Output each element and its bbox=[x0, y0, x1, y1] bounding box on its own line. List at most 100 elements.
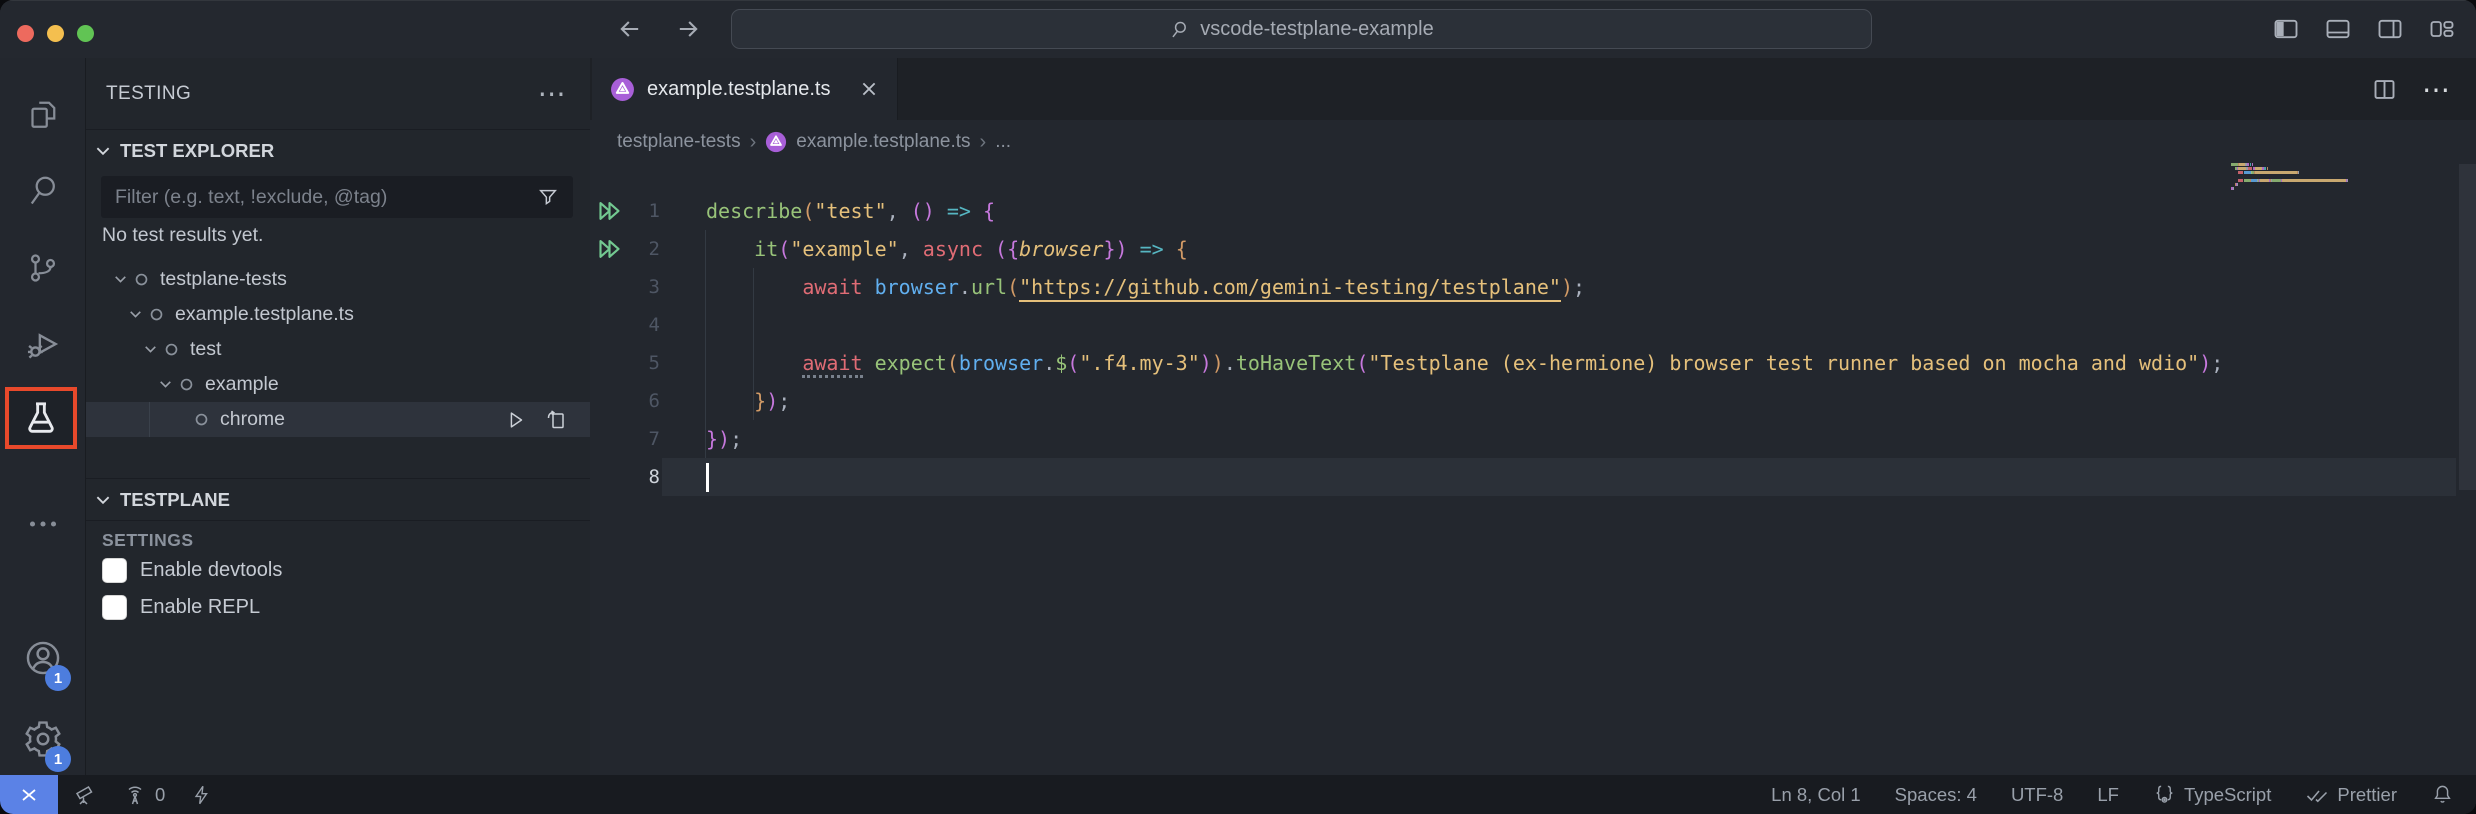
code-editor[interactable]: 1describe("test", () => {2 it("example",… bbox=[590, 164, 2476, 775]
checkbox-label: Enable REPL bbox=[140, 596, 260, 619]
breadcrumb-item[interactable]: ... bbox=[995, 131, 1011, 153]
test-state-circle-icon bbox=[179, 377, 194, 392]
search-icon bbox=[1169, 19, 1190, 40]
tree-item-label: testplane-tests bbox=[160, 268, 287, 291]
close-window-button[interactable] bbox=[17, 25, 34, 42]
status-cursor-position[interactable]: Ln 8, Col 1 bbox=[1771, 784, 1860, 806]
status-label: Spaces: 4 bbox=[1895, 784, 1977, 806]
breadcrumb-separator: › bbox=[980, 131, 987, 154]
tree-item-testplane-tests[interactable]: testplane-tests bbox=[86, 262, 590, 297]
tree-item-example.testplane.ts[interactable]: example.testplane.ts bbox=[86, 297, 590, 332]
code-line-7[interactable]: 7}); bbox=[590, 420, 2476, 458]
code-text: it("example", async ({browser}) => { bbox=[706, 237, 1188, 261]
braces-icon bbox=[2153, 783, 2176, 806]
test-state-circle-icon bbox=[134, 272, 149, 287]
command-center-search[interactable]: vscode-testplane-example bbox=[731, 9, 1872, 49]
run-test-gutter-icon[interactable] bbox=[590, 198, 630, 225]
navigate-back-icon[interactable] bbox=[616, 15, 644, 43]
settings-gear-icon[interactable]: 1 bbox=[0, 713, 85, 765]
chevron-down-icon[interactable] bbox=[121, 306, 149, 323]
status-notifications[interactable] bbox=[2431, 783, 2454, 806]
code-line-5[interactable]: 5 await expect(browser.$(".f4.my-3")).to… bbox=[590, 344, 2476, 382]
lightning-icon[interactable] bbox=[191, 784, 213, 806]
status-formatter[interactable]: Prettier bbox=[2305, 783, 2397, 807]
status-indentation[interactable]: Spaces: 4 bbox=[1895, 784, 1977, 806]
tree-item-test[interactable]: test bbox=[86, 332, 590, 367]
tree-item-label: example bbox=[205, 373, 279, 396]
run-test-icon[interactable] bbox=[505, 409, 527, 431]
split-editor-icon[interactable] bbox=[2371, 76, 2398, 103]
chevron-down-icon[interactable] bbox=[136, 341, 164, 358]
settings-badge: 1 bbox=[45, 746, 71, 772]
tree-item-chrome[interactable]: chrome bbox=[86, 402, 590, 437]
ports-count: 0 bbox=[155, 784, 165, 806]
editor-more-actions-icon[interactable]: ⋯ bbox=[2422, 73, 2452, 106]
status-language-mode[interactable]: TypeScript bbox=[2153, 783, 2271, 806]
settings-heading: SETTINGS bbox=[102, 530, 194, 551]
testplane-section-header[interactable]: TESTPLANE bbox=[86, 478, 590, 521]
bell-icon bbox=[2431, 783, 2454, 806]
explorer-icon[interactable] bbox=[0, 88, 85, 140]
testplane-file-icon bbox=[765, 131, 787, 153]
breadcrumb-item[interactable]: testplane-tests bbox=[617, 131, 741, 153]
code-text: }); bbox=[706, 389, 790, 413]
status-label: LF bbox=[2097, 784, 2119, 806]
code-line-3[interactable]: 3 await browser.url("https://github.com/… bbox=[590, 268, 2476, 306]
editor-scrollbar[interactable] bbox=[2459, 164, 2476, 490]
status-encoding[interactable]: UTF-8 bbox=[2011, 784, 2063, 806]
minimap[interactable] bbox=[2231, 163, 2345, 195]
remote-explorer-telescope-icon[interactable] bbox=[73, 783, 97, 807]
breadcrumb-separator: › bbox=[750, 131, 757, 154]
checkbox[interactable] bbox=[102, 558, 127, 583]
title-bar: vscode-testplane-example bbox=[0, 0, 2476, 58]
breadcrumb-item[interactable]: example.testplane.ts bbox=[796, 131, 970, 153]
test-explorer-section-header[interactable]: TEST EXPLORER bbox=[86, 129, 590, 172]
search-text: vscode-testplane-example bbox=[1200, 18, 1433, 41]
run-test-gutter-icon[interactable] bbox=[590, 236, 630, 263]
filter-funnel-icon[interactable] bbox=[537, 186, 559, 208]
status-eol[interactable]: LF bbox=[2097, 784, 2119, 806]
source-control-icon[interactable] bbox=[0, 242, 85, 294]
code-line-1[interactable]: 1describe("test", () => { bbox=[590, 192, 2476, 230]
editor-group: example.testplane.ts ⋯ testplane-tests › e… bbox=[590, 58, 2476, 775]
no-test-results-message: No test results yet. bbox=[102, 224, 263, 247]
chevron-down-icon[interactable] bbox=[151, 376, 179, 393]
code-text: await browser.url("https://github.com/ge… bbox=[706, 275, 1585, 299]
maximize-window-button[interactable] bbox=[77, 25, 94, 42]
code-line-8[interactable]: 8 bbox=[590, 458, 2476, 496]
testing-icon-active[interactable] bbox=[5, 387, 77, 449]
code-text: describe("test", () => { bbox=[706, 199, 995, 223]
tab-example-testplane-ts[interactable]: example.testplane.ts bbox=[592, 58, 898, 120]
sidebar-more-actions-icon[interactable]: ⋯ bbox=[538, 89, 566, 99]
code-text: await expect(browser.$(".f4.my-3")).toHa… bbox=[706, 351, 2223, 375]
customize-layout-icon[interactable] bbox=[2428, 15, 2456, 43]
toggle-panel-icon[interactable] bbox=[2324, 15, 2352, 43]
toggle-secondary-sidebar-icon[interactable] bbox=[2376, 15, 2404, 43]
accounts-badge: 1 bbox=[45, 665, 71, 691]
remote-indicator[interactable] bbox=[0, 775, 58, 814]
double-check-icon bbox=[2305, 783, 2329, 807]
accounts-icon[interactable]: 1 bbox=[0, 632, 85, 684]
run-and-debug-icon[interactable] bbox=[0, 318, 85, 370]
search-sidebar-icon[interactable] bbox=[0, 164, 85, 216]
test-filter-input[interactable]: Filter (e.g. text, !exclude, @tag) bbox=[101, 176, 573, 218]
breadcrumb[interactable]: testplane-tests › example.testplane.ts ›... bbox=[590, 120, 2476, 164]
close-tab-icon[interactable] bbox=[859, 79, 879, 99]
text-cursor bbox=[706, 463, 709, 492]
status-bar: 0 Ln 8, Col 1 Spaces: 4 UTF-8 LF TypeScript P… bbox=[0, 775, 2476, 814]
checkbox[interactable] bbox=[102, 595, 127, 620]
code-line-4[interactable]: 4 bbox=[590, 306, 2476, 344]
chevron-down-icon[interactable] bbox=[106, 271, 134, 288]
ports-item[interactable]: 0 bbox=[123, 783, 165, 807]
navigate-forward-icon[interactable] bbox=[674, 15, 702, 43]
code-line-2[interactable]: 2 it("example", async ({browser}) => { bbox=[590, 230, 2476, 268]
additional-views-icon[interactable] bbox=[0, 498, 85, 550]
test-state-circle-icon bbox=[149, 307, 164, 322]
go-to-test-icon[interactable] bbox=[544, 408, 568, 432]
minimize-window-button[interactable] bbox=[47, 25, 64, 42]
code-text bbox=[706, 463, 709, 492]
toggle-primary-sidebar-icon[interactable] bbox=[2272, 15, 2300, 43]
tree-item-example[interactable]: example bbox=[86, 367, 590, 402]
code-line-6[interactable]: 6 }); bbox=[590, 382, 2476, 420]
line-number: 2 bbox=[630, 238, 660, 260]
